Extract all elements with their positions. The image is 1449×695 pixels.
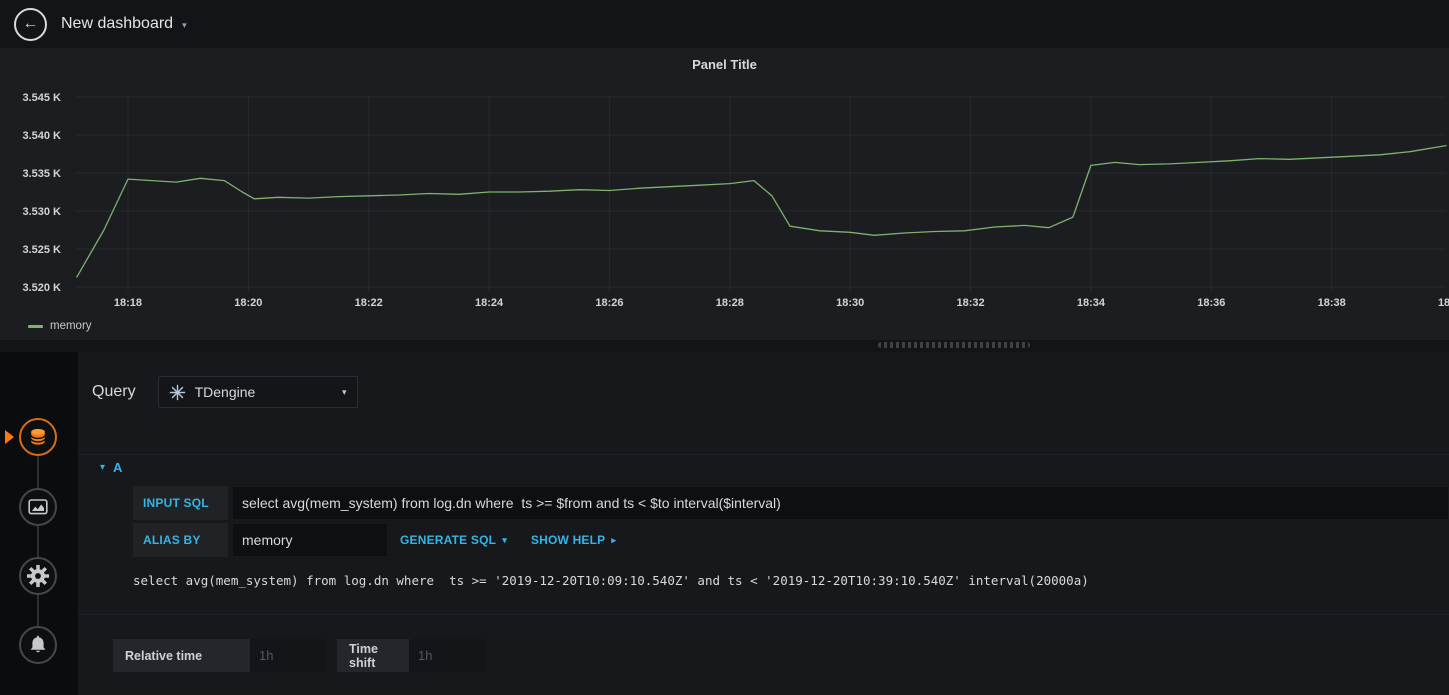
relative-time-field[interactable] [250, 639, 327, 672]
legend-swatch [28, 324, 43, 328]
time-options-row: Relative time Time shift [113, 639, 1449, 672]
gear-icon [26, 564, 50, 588]
svg-text:18:40: 18:40 [1438, 297, 1449, 309]
bell-icon [30, 635, 46, 653]
chevron-right-icon: ▸ [611, 535, 617, 545]
chart-icon [28, 499, 48, 515]
svg-text:18:38: 18:38 [1318, 297, 1346, 309]
svg-text:18:28: 18:28 [716, 297, 744, 309]
chevron-down-icon: ▾ [182, 20, 187, 30]
input-sql-label: INPUT SQL [133, 486, 228, 520]
svg-text:18:34: 18:34 [1077, 297, 1106, 309]
active-tab-arrow-icon [5, 430, 14, 444]
topbar: ← New dashboard ▾ [0, 0, 1449, 48]
show-help-button[interactable]: SHOW HELP ▸ [519, 523, 628, 557]
time-series-chart[interactable]: 18:18 18:20 18:22 18:24 18:26 18:28 18:30 18:32… [0, 85, 1449, 313]
tab-visualization[interactable] [19, 488, 57, 526]
relative-time-label: Relative time [113, 639, 250, 672]
query-section-title: Query [92, 383, 136, 400]
alias-by-row: ALIAS BY GENERATE SQL ▾ SHOW HELP ▸ [133, 523, 1449, 557]
dashboard-title-dropdown[interactable]: New dashboard ▾ [61, 15, 187, 33]
horizontal-scrollbar-thumb[interactable] [878, 342, 1030, 348]
tab-alert[interactable] [19, 626, 57, 664]
editor-tab-rail [0, 352, 78, 695]
svg-text:3.525 K: 3.525 K [22, 244, 61, 256]
svg-text:3.535 K: 3.535 K [22, 168, 61, 180]
svg-text:18:18: 18:18 [114, 297, 142, 309]
database-icon [30, 428, 46, 445]
tdengine-logo-icon [169, 384, 185, 400]
tab-general[interactable] [19, 557, 57, 595]
time-shift-field[interactable] [409, 639, 486, 672]
legend-label: memory [50, 320, 92, 332]
back-button[interactable]: ← [14, 7, 47, 41]
svg-text:18:22: 18:22 [355, 297, 383, 309]
section-divider [78, 614, 1449, 615]
panel-title[interactable]: Panel Title [0, 57, 1449, 72]
input-sql-row: INPUT SQL [133, 486, 1449, 520]
svg-text:18:20: 18:20 [234, 297, 262, 309]
arrow-left-icon: ← [22, 15, 39, 32]
dashboard-title: New dashboard [61, 15, 174, 32]
svg-text:18:30: 18:30 [836, 297, 864, 309]
time-shift-label: Time shift [337, 639, 409, 672]
svg-text:18:24: 18:24 [475, 297, 504, 309]
alias-by-field[interactable] [232, 523, 388, 557]
svg-text:3.530 K: 3.530 K [22, 206, 61, 218]
chevron-down-icon: ▾ [502, 535, 507, 545]
datasource-picker[interactable]: TDengine ▾ [157, 376, 358, 408]
query-ref-row[interactable]: ▾ A [78, 454, 1449, 480]
collapse-caret-icon: ▾ [100, 462, 106, 473]
query-editor: Query TDengine ▾ ▾ A INPUT SQL select av… [78, 352, 1449, 695]
legend-item-memory[interactable]: memory [28, 320, 92, 332]
svg-text:18:26: 18:26 [595, 297, 623, 309]
svg-text:18:32: 18:32 [956, 297, 984, 309]
generated-sql-preview: select avg(mem_system) from log.dn where… [133, 573, 1089, 588]
query-header: Query TDengine ▾ [78, 352, 1449, 408]
generate-sql-button[interactable]: GENERATE SQL ▾ [388, 523, 519, 557]
graph-panel: Panel Title 18:18 18:20 18:22 18:24 18:26 18:… [0, 48, 1449, 340]
tab-queries[interactable] [19, 418, 57, 456]
svg-text:3.545 K: 3.545 K [22, 92, 61, 104]
svg-text:3.520 K: 3.520 K [22, 282, 61, 294]
input-sql-field[interactable] [232, 486, 1449, 520]
panel-editor: Query TDengine ▾ ▾ A INPUT SQL select av… [0, 352, 1449, 695]
svg-text:3.540 K: 3.540 K [22, 130, 61, 142]
query-ref-id: A [113, 460, 123, 475]
chevron-down-icon: ▾ [342, 386, 347, 397]
tab-connector-line [37, 437, 39, 645]
alias-by-label: ALIAS BY [133, 523, 228, 557]
datasource-name: TDengine [194, 384, 256, 400]
svg-text:18:36: 18:36 [1197, 297, 1225, 309]
